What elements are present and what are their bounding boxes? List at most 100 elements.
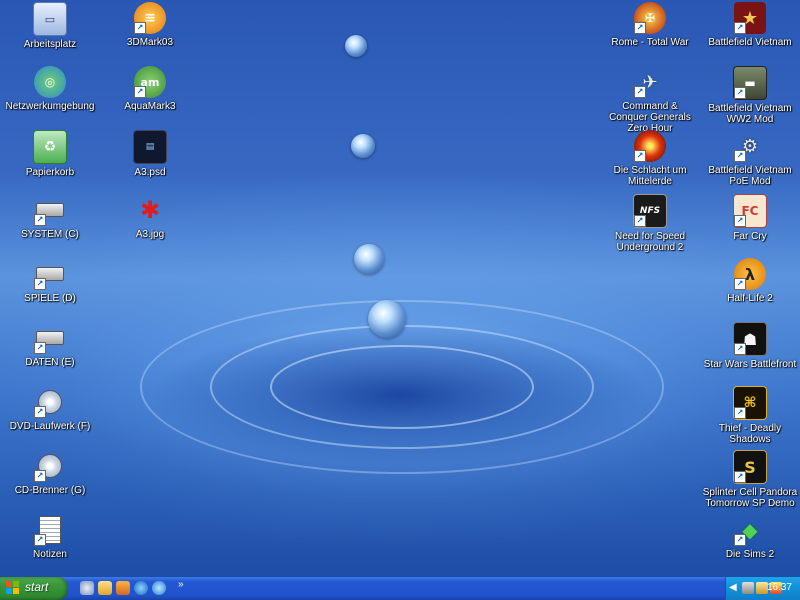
desktop-icon-star-wars-battlefront[interactable]: ☗ ↗ Star Wars Battlefront [702, 322, 798, 370]
wallpaper-ripple [270, 345, 534, 429]
icon-label: SPIELE (D) [24, 293, 76, 304]
computer-icon: ▭ [33, 2, 67, 36]
water-drop [354, 244, 384, 274]
icon-label: Thief - Deadly Shadows [718, 423, 782, 445]
icon-label: Arbeitsplatz [23, 39, 77, 50]
desktop-icon-notizen[interactable]: ↗ Notizen [2, 514, 98, 560]
desktop-icon-system-c[interactable]: ↗ SYSTEM (C) [2, 194, 98, 240]
icon-label: Die Schlacht um Mittelerde [613, 165, 687, 187]
psd-file-icon: ▤ [133, 130, 167, 164]
desktop-icon-spiele-d[interactable]: ↗ SPIELE (D) [2, 258, 98, 304]
taskbar: start » ◀ 16:37 [0, 577, 800, 600]
icon-label: Rome - Total War [611, 37, 689, 48]
aquamark-icon: am ↗ [134, 66, 166, 98]
icon-label: Battlefield Vietnam PoE Mod [708, 165, 792, 187]
farcry-icon: FC ↗ [733, 194, 767, 228]
tank-icon: ▬ ↗ [733, 66, 767, 100]
icon-label: Battlefield Vietnam WW2 Mod [708, 103, 792, 125]
icon-label: Die Sims 2 [725, 549, 775, 560]
water-drop [368, 300, 406, 338]
helicopter-icon: ⚙ ↗ [734, 130, 766, 162]
desktop-icon-half-life-2[interactable]: λ ↗ Half-Life 2 [702, 258, 798, 304]
desktop-icon-schlacht-mittelerde[interactable]: ↗ Die Schlacht um Mittelerde [602, 130, 698, 187]
network-icon: ◎ [34, 66, 66, 98]
desktop-icon-3dmark03[interactable]: ≡ ↗ 3DMark03 [102, 2, 198, 48]
splinter-icon: S ↗ [733, 450, 767, 484]
start-label: start [25, 580, 49, 594]
desktop-icon-papierkorb[interactable]: ♻ Papierkorb [2, 130, 98, 178]
jpg-file-icon: ✱ [139, 196, 161, 224]
shortcut-arrow-icon: ↗ [734, 22, 746, 34]
desktop-icon-splinter-cell[interactable]: S ↗ Splinter Cell Pandora Tomorrow SP Dem… [702, 450, 798, 509]
quicklaunch-folder-icon[interactable] [98, 581, 112, 595]
icon-label: Half-Life 2 [727, 293, 773, 304]
icon-label: Notizen [33, 549, 67, 560]
quicklaunch-ie-icon[interactable] [152, 581, 166, 595]
shortcut-arrow-icon: ↗ [134, 86, 146, 98]
desktop-icon-dvd-laufwerk-f[interactable]: ↗ DVD-Laufwerk (F) [2, 386, 98, 432]
icon-label: DATEN (E) [25, 357, 75, 368]
desktop-icon-bfv-ww2-mod[interactable]: ▬ ↗ Battlefield Vietnam WW2 Mod [702, 66, 798, 125]
icon-label: SYSTEM (C) [21, 229, 79, 240]
desktop-icon-die-sims-2[interactable]: ◆ ↗ Die Sims 2 [702, 514, 798, 560]
shortcut-arrow-icon: ↗ [734, 471, 746, 483]
icon-label: 3DMark03 [126, 37, 174, 48]
icon-label: A3.jpg [135, 229, 165, 240]
water-drop [345, 35, 367, 57]
icon-label: Far Cry [733, 231, 767, 242]
shortcut-arrow-icon: ↗ [34, 278, 46, 290]
cd-drive-icon: ↗ [34, 450, 66, 482]
system-tray: ◀ 16:37 [725, 577, 800, 600]
desktop-icon-cd-brenner-g[interactable]: ↗ CD-Brenner (G) [2, 450, 98, 496]
icon-label: AquaMark3 [124, 101, 176, 112]
3dmark-icon: ≡ ↗ [134, 2, 166, 34]
clock[interactable]: 16:37 [767, 582, 792, 593]
desktop-icon-bfv-poe-mod[interactable]: ⚙ ↗ Battlefield Vietnam PoE Mod [702, 130, 798, 188]
icon-label: Need for Speed Underground 2 [614, 231, 686, 253]
tray-expand-icon[interactable]: ◀ [729, 581, 739, 595]
shortcut-arrow-icon: ↗ [734, 343, 746, 355]
sims-icon: ◆ ↗ [734, 514, 766, 546]
start-button[interactable]: start [0, 577, 68, 600]
quicklaunch-chevron[interactable]: » [178, 579, 184, 590]
icon-label: CD-Brenner (G) [14, 485, 86, 496]
quicklaunch-winamp-icon[interactable] [116, 581, 130, 595]
icon-label: Splinter Cell Pandora Tomorrow SP Demo [702, 487, 798, 509]
desktop-icon-netzwerkumgebung[interactable]: ◎ Netzwerkumgebung [2, 66, 98, 112]
notepad-icon: ↗ [34, 514, 66, 546]
shortcut-arrow-icon: ↗ [734, 407, 746, 419]
shortcut-arrow-icon: ↗ [34, 406, 46, 418]
drive-icon: ↗ [34, 194, 66, 226]
desktop-icon-battlefield-vietnam[interactable]: ★ ↗ Battlefield Vietnam [702, 2, 798, 48]
desktop-icon-a3-jpg[interactable]: ✱ A3.jpg [102, 194, 198, 240]
eye-icon: ↗ [634, 130, 666, 162]
shortcut-arrow-icon: ↗ [734, 150, 746, 162]
stormtrooper-icon: ☗ ↗ [733, 322, 767, 356]
desktop-icon-arbeitsplatz[interactable]: ▭ Arbeitsplatz [2, 2, 98, 50]
rome-icon: ✠ ↗ [634, 2, 666, 34]
thief-icon: ⌘ ↗ [733, 386, 767, 420]
desktop-icon-aquamark3[interactable]: am ↗ AquaMark3 [102, 66, 198, 112]
shortcut-arrow-icon: ↗ [34, 214, 46, 226]
cnc-icon: ✈ ↗ [634, 66, 666, 98]
desktop-icon-rome-total-war[interactable]: ✠ ↗ Rome - Total War [602, 2, 698, 48]
recycle-bin-icon: ♻ [33, 130, 67, 164]
desktop-icon-nfs-underground-2[interactable]: NFS ↗ Need for Speed Underground 2 [602, 194, 698, 253]
star-icon: ★ ↗ [734, 2, 766, 34]
desktop-icon-far-cry[interactable]: FC ↗ Far Cry [702, 194, 798, 242]
tray-network-icon[interactable] [742, 582, 754, 594]
windows-logo-icon [6, 581, 20, 595]
desktop-icon-daten-e[interactable]: ↗ DATEN (E) [2, 322, 98, 368]
icon-label: Papierkorb [25, 167, 75, 178]
desktop-icon-command-conquer[interactable]: ✈ ↗ Command & Conquer Generals Zero Hour [602, 66, 698, 135]
quicklaunch-settings-icon[interactable] [80, 581, 94, 595]
shortcut-arrow-icon: ↗ [734, 278, 746, 290]
shortcut-arrow-icon: ↗ [734, 87, 746, 99]
desktop-icon-thief-deadly-shadows[interactable]: ⌘ ↗ Thief - Deadly Shadows [702, 386, 798, 445]
shortcut-arrow-icon: ↗ [734, 534, 746, 546]
shortcut-arrow-icon: ↗ [634, 86, 646, 98]
quicklaunch-media-icon[interactable] [134, 581, 148, 595]
shortcut-arrow-icon: ↗ [634, 215, 646, 227]
shortcut-arrow-icon: ↗ [734, 215, 746, 227]
desktop-icon-a3-psd[interactable]: ▤ A3.psd [102, 130, 198, 178]
